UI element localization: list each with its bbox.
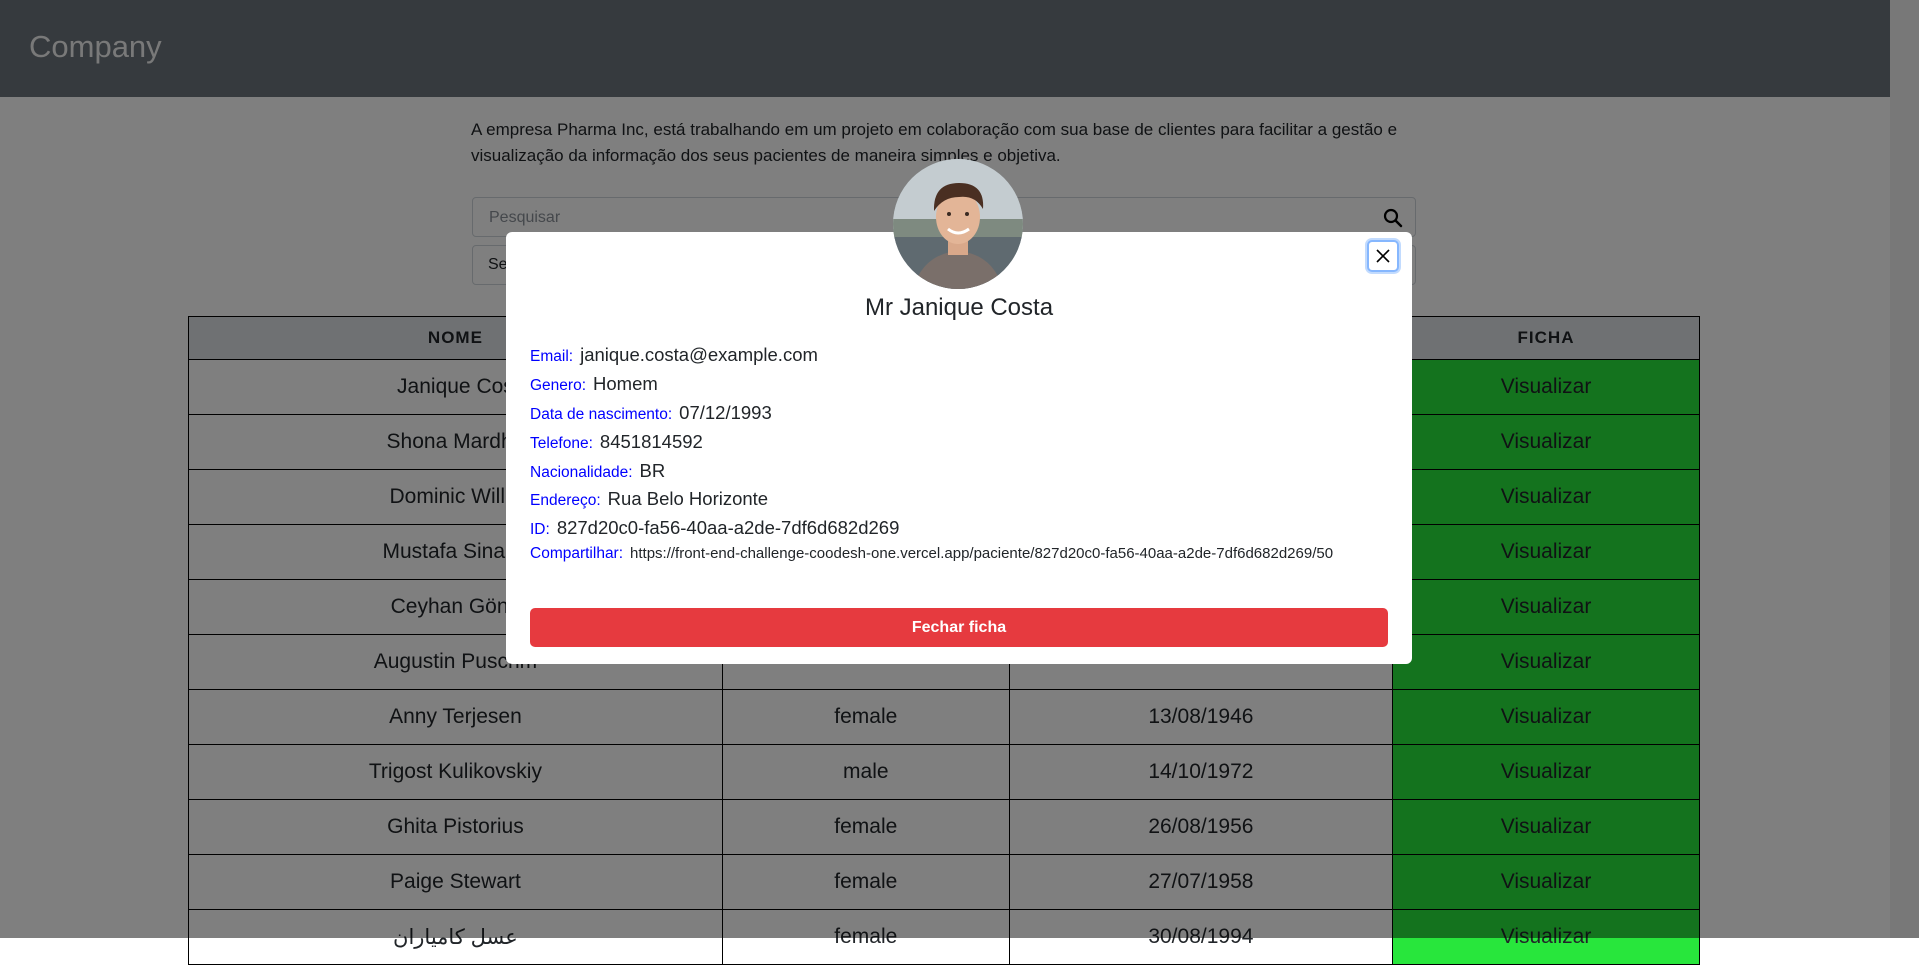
avatar-photo bbox=[893, 159, 1023, 289]
detail-value: 8451814592 bbox=[599, 431, 703, 452]
detail-value: Homem bbox=[593, 373, 658, 394]
detail-label: Email: bbox=[530, 348, 574, 365]
detail-value: janique.costa@example.com bbox=[580, 344, 818, 365]
detail-value: 07/12/1993 bbox=[679, 402, 772, 423]
detail-label: Endereço: bbox=[530, 492, 601, 509]
detail-label: Genero: bbox=[530, 377, 587, 394]
modal-close-button[interactable] bbox=[1367, 240, 1399, 272]
detail-value: 827d20c0-fa56-40aa-a2de-7df6d682d269 bbox=[556, 517, 900, 538]
detail-address: Endereço: Rua Belo Horizonte bbox=[530, 488, 768, 512]
detail-nationality: Nacionalidade: BR bbox=[530, 460, 665, 484]
detail-id: ID: 827d20c0-fa56-40aa-a2de-7df6d682d269 bbox=[530, 517, 899, 541]
close-icon bbox=[1376, 249, 1390, 263]
patient-name: Mr Janique Costa bbox=[864, 294, 1054, 321]
detail-label: Nacionalidade: bbox=[530, 464, 633, 481]
detail-birth: Data de nascimento: 07/12/1993 bbox=[530, 402, 772, 426]
detail-value: Rua Belo Horizonte bbox=[607, 488, 769, 509]
detail-label: ID: bbox=[530, 521, 550, 538]
detail-value: BR bbox=[639, 460, 666, 481]
detail-share: Compartilhar: https://front-end-challenge… bbox=[530, 545, 1333, 569]
detail-phone: Telefone: 8451814592 bbox=[530, 431, 703, 455]
page: Company A empresa Pharma Inc, está traba… bbox=[0, 0, 1919, 965]
detail-email: Email: janique.costa@example.com bbox=[530, 344, 818, 368]
detail-label: Compartilhar: bbox=[530, 545, 624, 562]
avatar bbox=[893, 159, 1023, 289]
detail-label: Data de nascimento: bbox=[530, 406, 673, 423]
close-sheet-button[interactable]: Fechar ficha bbox=[530, 608, 1388, 647]
detail-label: Telefone: bbox=[530, 435, 593, 452]
detail-gender: Genero: Homem bbox=[530, 373, 658, 397]
share-link[interactable]: https://front-end-challenge-coodesh-one.… bbox=[630, 545, 1333, 562]
